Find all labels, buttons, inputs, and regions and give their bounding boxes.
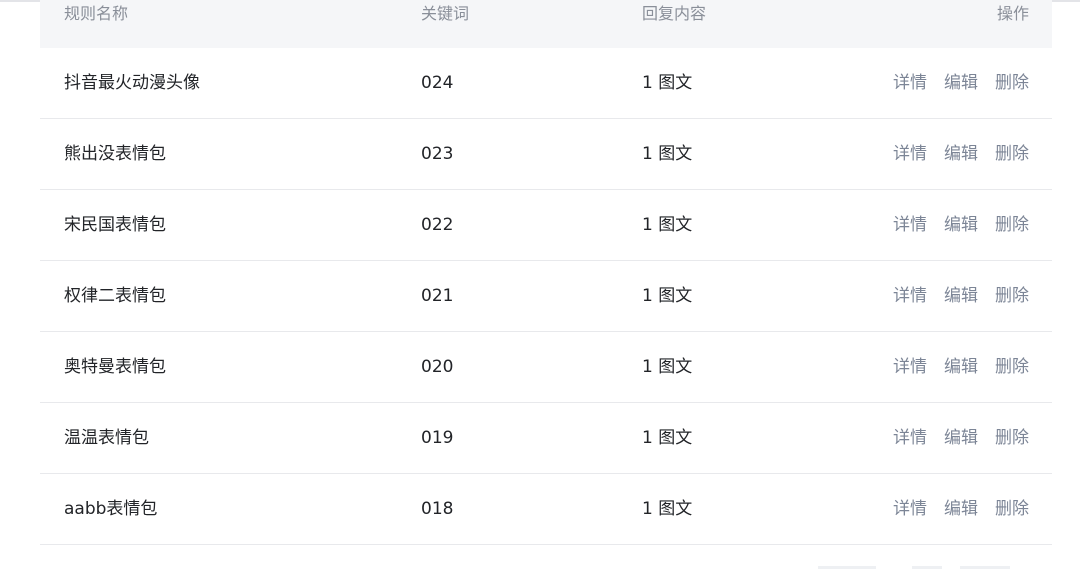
- row-actions: 详情 编辑 删除: [893, 474, 1029, 544]
- delete-link[interactable]: 删除: [995, 261, 1029, 331]
- rule-name: 温温表情包: [64, 428, 149, 448]
- edit-link[interactable]: 编辑: [944, 119, 978, 189]
- rule-name: 宋民国表情包: [64, 215, 166, 235]
- delete-link[interactable]: 删除: [995, 474, 1029, 544]
- rules-table: 规则名称 关键词 回复内容 操作 抖音最火动漫头像 024 1 图文 详情 编辑…: [40, 0, 1052, 545]
- rule-reply: 1 图文: [642, 499, 693, 519]
- rule-name: 权律二表情包: [64, 286, 166, 306]
- table-row: 宋民国表情包 022 1 图文 详情 编辑 删除: [40, 190, 1052, 261]
- delete-link[interactable]: 删除: [995, 190, 1029, 260]
- edit-link[interactable]: 编辑: [944, 261, 978, 331]
- column-header-actions: 操作: [996, 4, 1029, 23]
- column-header-name: 规则名称: [64, 4, 129, 23]
- row-actions: 详情 编辑 删除: [893, 261, 1029, 331]
- delete-link[interactable]: 删除: [995, 403, 1029, 473]
- row-actions: 详情 编辑 删除: [893, 48, 1029, 118]
- edit-link[interactable]: 编辑: [944, 332, 978, 402]
- rule-reply: 1 图文: [642, 144, 693, 164]
- rule-reply: 1 图文: [642, 215, 693, 235]
- delete-link[interactable]: 删除: [995, 119, 1029, 189]
- rule-name: 抖音最火动漫头像: [64, 73, 200, 93]
- table-row: aabb表情包 018 1 图文 详情 编辑 删除: [40, 474, 1052, 545]
- rule-keyword: 022: [421, 215, 454, 235]
- delete-link[interactable]: 删除: [995, 332, 1029, 402]
- rule-reply: 1 图文: [642, 73, 693, 93]
- rule-reply: 1 图文: [642, 428, 693, 448]
- rule-reply: 1 图文: [642, 357, 693, 377]
- table-row: 奥特曼表情包 020 1 图文 详情 编辑 删除: [40, 332, 1052, 403]
- detail-link[interactable]: 详情: [893, 261, 927, 331]
- edit-link[interactable]: 编辑: [944, 474, 978, 544]
- edit-link[interactable]: 编辑: [944, 403, 978, 473]
- row-actions: 详情 编辑 删除: [893, 190, 1029, 260]
- row-actions: 详情 编辑 删除: [893, 119, 1029, 189]
- column-header-reply: 回复内容: [642, 4, 707, 23]
- row-actions: 详情 编辑 删除: [893, 332, 1029, 402]
- rule-keyword: 023: [421, 144, 454, 164]
- rule-keyword: 019: [421, 428, 454, 448]
- detail-link[interactable]: 详情: [893, 48, 927, 118]
- column-header-keyword: 关键词: [421, 4, 470, 23]
- rule-keyword: 020: [421, 357, 454, 377]
- detail-link[interactable]: 详情: [893, 332, 927, 402]
- rule-name: aabb表情包: [64, 499, 158, 519]
- detail-link[interactable]: 详情: [893, 403, 927, 473]
- row-actions: 详情 编辑 删除: [893, 403, 1029, 473]
- edit-link[interactable]: 编辑: [944, 190, 978, 260]
- detail-link[interactable]: 详情: [893, 119, 927, 189]
- rule-keyword: 024: [421, 73, 454, 93]
- table-row: 抖音最火动漫头像 024 1 图文 详情 编辑 删除: [40, 48, 1052, 119]
- table-header: 规则名称 关键词 回复内容 操作: [40, 0, 1052, 48]
- delete-link[interactable]: 删除: [995, 48, 1029, 118]
- detail-link[interactable]: 详情: [893, 190, 927, 260]
- rule-name: 奥特曼表情包: [64, 357, 166, 377]
- rule-keyword: 018: [421, 499, 454, 519]
- rule-name: 熊出没表情包: [64, 144, 166, 164]
- table-row: 温温表情包 019 1 图文 详情 编辑 删除: [40, 403, 1052, 474]
- table-row: 熊出没表情包 023 1 图文 详情 编辑 删除: [40, 119, 1052, 190]
- rule-keyword: 021: [421, 286, 454, 306]
- edit-link[interactable]: 编辑: [944, 48, 978, 118]
- detail-link[interactable]: 详情: [893, 474, 927, 544]
- table-row: 权律二表情包 021 1 图文 详情 编辑 删除: [40, 261, 1052, 332]
- rule-reply: 1 图文: [642, 286, 693, 306]
